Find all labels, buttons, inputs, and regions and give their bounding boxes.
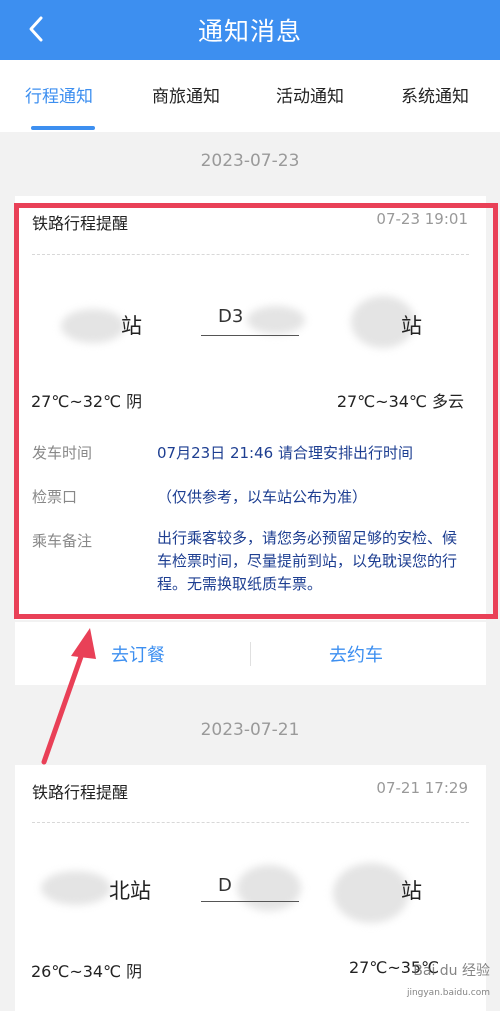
divider bbox=[32, 822, 469, 823]
highlight-box bbox=[14, 203, 498, 619]
order-meal-button[interactable]: 去订餐 bbox=[111, 641, 165, 667]
train-line bbox=[201, 901, 299, 902]
watermark-url: jingyan.baidu.com bbox=[406, 988, 490, 998]
tab-system-notice[interactable]: 系统通知 bbox=[401, 82, 469, 107]
watermark-text: Bai du 经验 bbox=[413, 963, 490, 979]
train-number: D bbox=[218, 875, 232, 896]
from-weather: 26℃~34℃ 阴 bbox=[31, 962, 143, 981]
tab-business-notice[interactable]: 商旅通知 bbox=[152, 82, 220, 107]
tab-bar: 行程通知 商旅通知 活动通知 系统通知 bbox=[0, 60, 500, 132]
header-bar: 通知消息 bbox=[0, 0, 500, 60]
card-actions: 去订餐 去约车 bbox=[15, 622, 486, 685]
from-station: 北站 bbox=[109, 879, 151, 903]
page-title: 通知消息 bbox=[197, 17, 302, 46]
redacted-mask bbox=[237, 865, 301, 911]
tab-trip-notice[interactable]: 行程通知 bbox=[25, 82, 93, 107]
card-title: 铁路行程提醒 bbox=[32, 783, 129, 802]
card-time: 07-21 17:29 bbox=[376, 779, 468, 797]
date-separator: 2023-07-21 bbox=[200, 720, 300, 740]
active-tab-indicator bbox=[31, 126, 95, 130]
book-car-button[interactable]: 去约车 bbox=[329, 641, 383, 667]
divider bbox=[250, 642, 251, 666]
redacted-mask bbox=[333, 863, 409, 923]
redacted-mask bbox=[41, 871, 111, 905]
to-station: 站 bbox=[401, 879, 422, 903]
tab-activity-notice[interactable]: 活动通知 bbox=[276, 82, 344, 107]
date-separator: 2023-07-23 bbox=[200, 151, 300, 171]
